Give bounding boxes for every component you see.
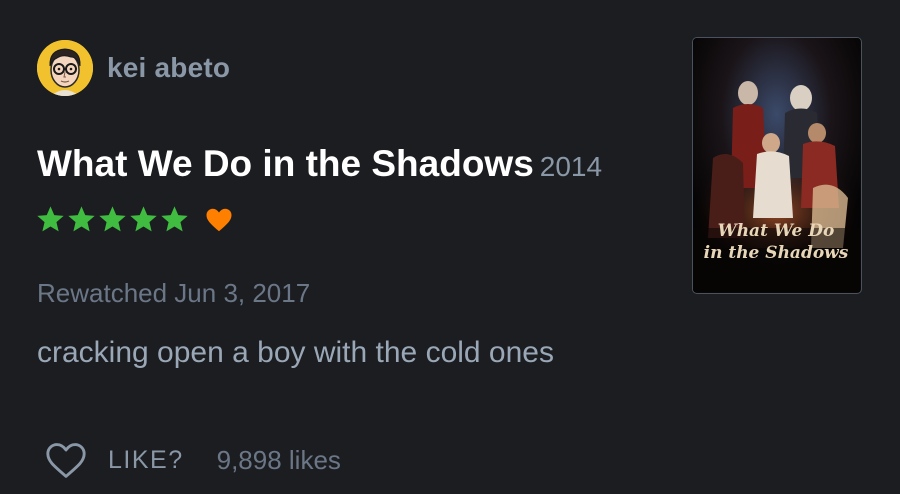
film-year[interactable]: 2014 bbox=[540, 151, 602, 182]
likes-count[interactable]: 9,898 likes bbox=[217, 445, 341, 476]
like-button[interactable]: LIKE? bbox=[44, 440, 184, 480]
star-icon bbox=[130, 206, 157, 232]
poster-image: What We Do in the Shadows bbox=[693, 38, 860, 292]
star-icon bbox=[37, 206, 64, 232]
star-icon bbox=[68, 206, 95, 232]
review-body: cracking open a boy with the cold ones bbox=[37, 336, 554, 369]
star-icon bbox=[161, 206, 188, 232]
like-label[interactable]: LIKE? bbox=[108, 446, 184, 475]
watched-date: Rewatched Jun 3, 2017 bbox=[37, 278, 311, 308]
avatar[interactable] bbox=[37, 40, 93, 96]
star-icon bbox=[99, 206, 126, 232]
rating-row bbox=[35, 204, 234, 235]
avatar-face-icon bbox=[37, 40, 93, 96]
star-rating bbox=[35, 204, 190, 235]
poster-title-line-1: What We Do bbox=[718, 221, 835, 241]
heart-outline-icon[interactable] bbox=[44, 440, 88, 480]
review-author[interactable]: kei abeto bbox=[37, 40, 230, 96]
author-name[interactable]: kei abeto bbox=[107, 52, 230, 84]
like-row: LIKE? 9,898 likes bbox=[44, 440, 341, 480]
review-card: kei abeto What We Do in the Shadows 2014 … bbox=[0, 0, 900, 494]
film-poster[interactable]: What We Do in the Shadows bbox=[692, 37, 862, 294]
film-title[interactable]: What We Do in the Shadows bbox=[37, 143, 534, 184]
film-heading: What We Do in the Shadows 2014 bbox=[37, 143, 602, 185]
poster-title-line-2: in the Shadows bbox=[704, 243, 849, 263]
liked-heart-icon bbox=[206, 208, 232, 231]
